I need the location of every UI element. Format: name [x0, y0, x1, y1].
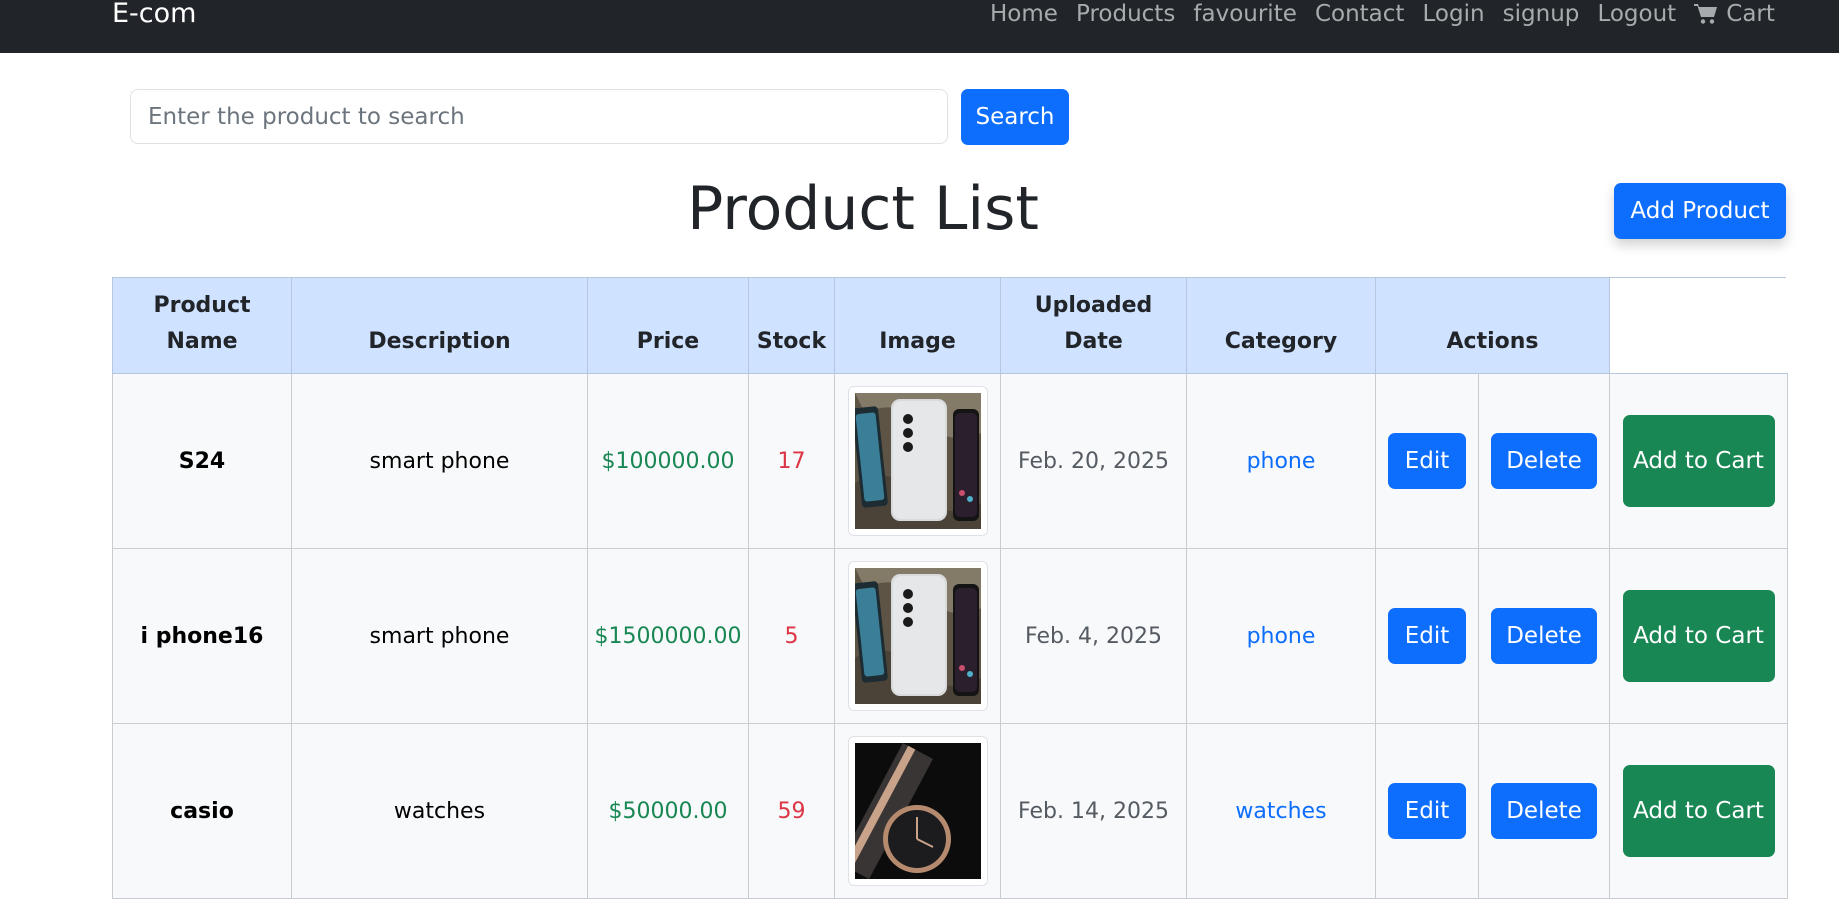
header-product-name: Product Name — [112, 277, 292, 374]
add-to-cart-button[interactable]: Add to Cart — [1622, 590, 1775, 682]
header-price: Price — [587, 277, 749, 374]
brand-logo[interactable]: E-com — [112, 0, 196, 29]
cart-icon — [1694, 4, 1718, 24]
edit-cell: Edit — [1375, 373, 1479, 549]
delete-button[interactable]: Delete — [1491, 608, 1597, 664]
delete-cell: Delete — [1478, 723, 1610, 899]
product-category-link[interactable]: phone — [1186, 548, 1376, 724]
product-uploaded-date: Feb. 4, 2025 — [1000, 548, 1187, 724]
delete-cell: Delete — [1478, 373, 1610, 549]
nav-contact[interactable]: Contact — [1315, 0, 1404, 29]
edit-cell: Edit — [1375, 723, 1479, 899]
product-name: casio — [112, 723, 292, 899]
add-to-cart-cell: Add to Cart — [1609, 723, 1788, 899]
header-blank — [1609, 277, 1788, 374]
delete-cell: Delete — [1478, 548, 1610, 724]
nav-links: Home Products favourite Contact Login si… — [990, 0, 1775, 29]
product-name: i phone16 — [112, 548, 292, 724]
product-name: S24 — [112, 373, 292, 549]
add-to-cart-button[interactable]: Add to Cart — [1622, 415, 1775, 507]
product-stock: 59 — [748, 723, 835, 899]
product-price: $50000.00 — [587, 723, 749, 899]
nav-products[interactable]: Products — [1076, 0, 1175, 29]
navbar: E-com Home Products favourite Contact Lo… — [0, 0, 1839, 53]
product-description: smart phone — [291, 373, 588, 549]
edit-button[interactable]: Edit — [1388, 433, 1466, 489]
edit-cell: Edit — [1375, 548, 1479, 724]
watch-image — [847, 736, 988, 886]
nav-login[interactable]: Login — [1423, 0, 1485, 29]
edit-button[interactable]: Edit — [1388, 608, 1466, 664]
product-image-cell — [834, 548, 1001, 724]
header-actions: Actions — [1375, 277, 1610, 374]
nav-home[interactable]: Home — [990, 0, 1058, 29]
header-uploaded-date: Uploaded Date — [1000, 277, 1187, 374]
nav-favourite[interactable]: favourite — [1193, 0, 1296, 29]
nav-cart[interactable]: Cart — [1694, 0, 1775, 29]
phone-image — [847, 386, 988, 536]
phone-image — [847, 561, 988, 711]
product-price: $100000.00 — [587, 373, 749, 549]
search-input[interactable] — [130, 89, 948, 144]
add-product-button[interactable]: Add Product — [1614, 183, 1786, 239]
header-category: Category — [1186, 277, 1376, 374]
product-uploaded-date: Feb. 20, 2025 — [1000, 373, 1187, 549]
product-stock: 5 — [748, 548, 835, 724]
nav-cart-label: Cart — [1726, 1, 1775, 27]
search-button[interactable]: Search — [961, 89, 1069, 145]
product-uploaded-date: Feb. 14, 2025 — [1000, 723, 1187, 899]
product-description: watches — [291, 723, 588, 899]
product-image-cell — [834, 373, 1001, 549]
delete-button[interactable]: Delete — [1491, 783, 1597, 839]
delete-button[interactable]: Delete — [1491, 433, 1597, 489]
table-row: S24 smart phone $100000.00 17 Feb. 20, 2… — [112, 373, 1788, 549]
header-description: Description — [291, 277, 588, 374]
header-stock: Stock — [748, 277, 835, 374]
product-category-link[interactable]: watches — [1186, 723, 1376, 899]
table-row: i phone16 smart phone $1500000.00 5 Feb.… — [112, 548, 1788, 724]
table-row: casio watches $50000.00 59 Feb. 14, 2025… — [112, 723, 1788, 899]
page-title: Product List — [687, 174, 1039, 244]
edit-button[interactable]: Edit — [1388, 783, 1466, 839]
header-image: Image — [834, 277, 1001, 374]
add-to-cart-cell: Add to Cart — [1609, 373, 1788, 549]
product-category-link[interactable]: phone — [1186, 373, 1376, 549]
nav-logout[interactable]: Logout — [1597, 0, 1676, 29]
table-header-row: Product Name Description Price Stock Ima… — [112, 277, 1788, 374]
product-stock: 17 — [748, 373, 835, 549]
add-to-cart-button[interactable]: Add to Cart — [1622, 765, 1775, 857]
product-table: Product Name Description Price Stock Ima… — [112, 277, 1788, 899]
add-to-cart-cell: Add to Cart — [1609, 548, 1788, 724]
nav-signup[interactable]: signup — [1503, 0, 1580, 29]
product-description: smart phone — [291, 548, 588, 724]
product-price: $1500000.00 — [587, 548, 749, 724]
product-image-cell — [834, 723, 1001, 899]
